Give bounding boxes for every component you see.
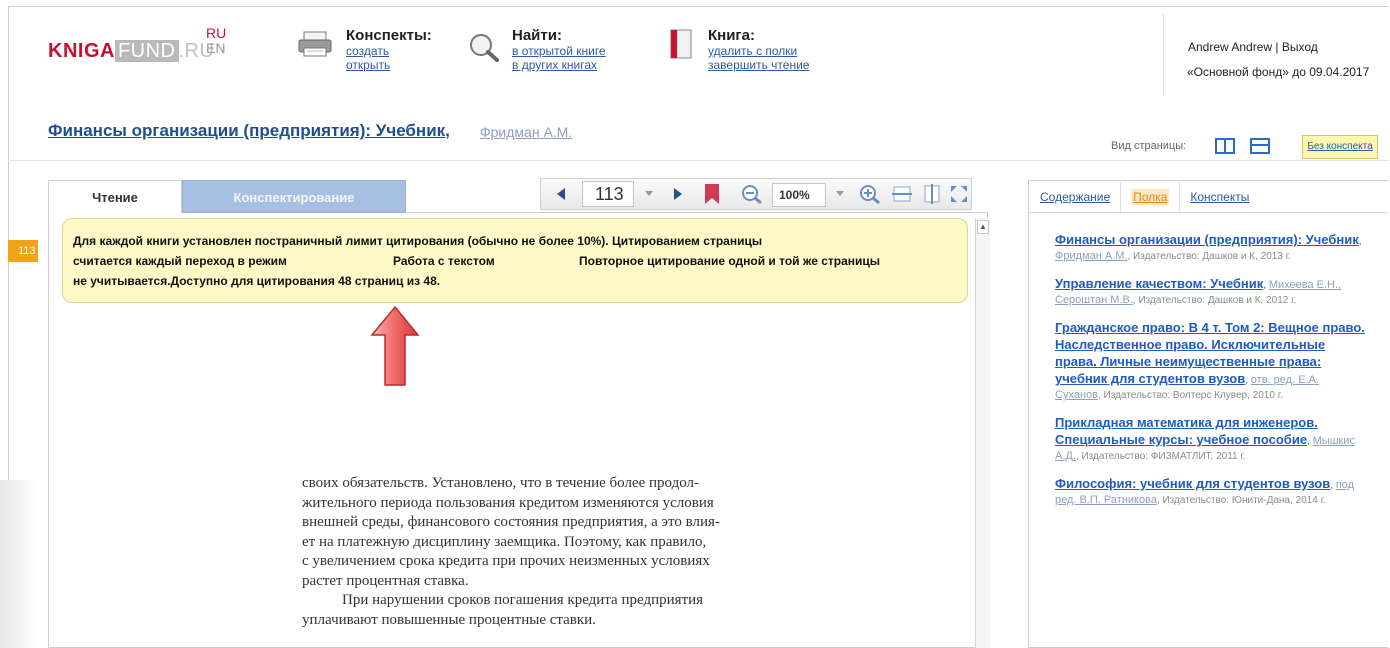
- citation-limit-notice: Для каждой книги установлен постраничный…: [62, 218, 968, 303]
- text-line: При нарушении сроков погашения кредита п…: [342, 592, 704, 608]
- notice-line-2-part-1: считается каждый переход в режим: [73, 254, 287, 268]
- no-notes-button[interactable]: Без конспекта: [1302, 135, 1378, 159]
- shelf-list: Финансы организации (предприятия): Учебн…: [1055, 232, 1367, 520]
- reader-scrollbar[interactable]: [975, 218, 990, 648]
- find-menu-title: Найти:: [512, 27, 562, 44]
- single-page-icon[interactable]: [1250, 138, 1270, 154]
- logo-part-kniga: KNIGA: [48, 40, 115, 62]
- list-item: Управление качеством: Учебник, Михеева Е…: [1055, 276, 1342, 306]
- text-line: жительного периода пользования кредитом …: [302, 494, 714, 511]
- left-shadow: [0, 480, 40, 648]
- book-title-comma: ,: [445, 121, 450, 140]
- bookmark-icon[interactable]: [701, 179, 723, 209]
- zoom-level-select[interactable]: 100%: [772, 183, 826, 207]
- text-line: внешней среды, финансового состояния пре…: [302, 514, 720, 530]
- book-title[interactable]: Финансы организации (предприятия): Учебн…: [48, 121, 450, 141]
- side-tabs-divider: [1028, 212, 1388, 213]
- text-line: уплачивают повышенные процентные ставки.: [302, 611, 596, 628]
- header-divider: [1163, 14, 1164, 96]
- find-menu: Найти: в открытой книге в других книгах: [512, 27, 606, 73]
- notes-menu: Конспекты: создать открыть: [346, 27, 432, 73]
- tab-shelf[interactable]: Полка: [1121, 182, 1181, 212]
- shelf-book-author[interactable]: Фридман А.М.: [1055, 250, 1127, 262]
- find-in-open-book-link[interactable]: в открытой книге: [512, 44, 606, 58]
- printer-icon: [298, 30, 332, 63]
- user-line: Andrew Andrew | Выход: [1188, 40, 1318, 54]
- shelf-book-publisher: , Издательство: Юнити-Дана, 2014 г.: [1156, 495, 1326, 506]
- shelf-book-title[interactable]: Прикладная математика для инженеров. Спе…: [1055, 415, 1318, 447]
- fit-width-icon[interactable]: [889, 179, 915, 209]
- tab-reading[interactable]: Чтение: [48, 180, 182, 213]
- notice-line-1: Для каждой книги установлен постраничный…: [73, 234, 763, 248]
- shelf-book-title[interactable]: Финансы организации (предприятия): Учебн…: [1055, 232, 1359, 247]
- two-page-icon[interactable]: [1215, 138, 1235, 154]
- text-line: растет процентная ставка.: [302, 572, 469, 589]
- notes-menu-title: Конспекты:: [346, 27, 432, 44]
- notice-line-2-part-3: Повторное цитирование одной и той же стр…: [579, 254, 881, 268]
- tab-contents[interactable]: Содержание: [1030, 182, 1122, 212]
- create-notes-link[interactable]: создать: [346, 44, 432, 58]
- user-name[interactable]: Andrew Andrew: [1188, 40, 1272, 54]
- text-line: своих обязательств. Установлено, что в т…: [302, 475, 700, 491]
- shelf-book-title[interactable]: Управление качеством: Учебник: [1055, 276, 1263, 291]
- logo-part-fund: FUND: [114, 40, 179, 62]
- shelf-book-publisher: , Издательство: Дашков и К, 2012 г.: [1132, 295, 1297, 306]
- list-item: Философия: учебник для студентов вузов , …: [1055, 476, 1355, 506]
- lang-ru[interactable]: RU: [206, 26, 226, 41]
- tab-shelf-label: Полка: [1131, 189, 1170, 205]
- page-number-badge: 113: [8, 240, 38, 262]
- magnifier-icon: [468, 32, 500, 67]
- list-item: Финансы организации (предприятия): Учебн…: [1055, 232, 1362, 262]
- zoom-in-icon[interactable]: [855, 179, 885, 209]
- list-item: Гражданское право: В 4 т. Том 2: Вещное …: [1055, 320, 1365, 401]
- book-title-text[interactable]: Финансы организации (предприятия): Учебн…: [48, 121, 445, 140]
- shelf-book-publisher: , Издательство: Волтерс Клувер, 2010 г.: [1097, 390, 1283, 401]
- notice-line-2-part-2: Работа с текстом: [393, 254, 495, 268]
- text-line: с увеличением срока кредита при прочих н…: [302, 553, 710, 569]
- list-item: Прикладная математика для инженеров. Спе…: [1055, 415, 1355, 462]
- open-notes-link[interactable]: открыть: [346, 58, 432, 72]
- finish-reading-link[interactable]: завершить чтение: [708, 58, 809, 72]
- tab-notes-taking[interactable]: Конспектирование: [182, 180, 406, 213]
- red-arrow-up-icon: [370, 305, 420, 392]
- arrow-left-icon[interactable]: [547, 179, 575, 209]
- site-logo[interactable]: KNIGA FUND .RU: [48, 40, 214, 63]
- find-in-other-books-link[interactable]: в других книгах: [512, 58, 606, 72]
- zoom-out-icon[interactable]: [737, 179, 767, 209]
- tab-notes[interactable]: Конспекты: [1180, 182, 1259, 212]
- book-page-text: своих обязательств. Установлено, что в т…: [302, 474, 844, 630]
- book-menu: Книга: удалить с полки завершить чтение: [708, 27, 809, 73]
- logout-link[interactable]: Выход: [1282, 40, 1318, 54]
- fullscreen-icon[interactable]: [947, 179, 971, 209]
- shelf-book-publisher: , Издательство: ФИЗМАТЛИТ, 2011 г.: [1075, 451, 1246, 462]
- user-separator: |: [1272, 40, 1282, 54]
- shelf-book-title[interactable]: Философия: учебник для студентов вузов: [1055, 476, 1330, 491]
- notice-line-3: не учитывается.Доступно для цитирования …: [73, 274, 441, 288]
- book-menu-title: Книга:: [708, 27, 756, 44]
- lang-en[interactable]: EN: [206, 41, 226, 56]
- language-switcher: RU EN: [206, 26, 226, 56]
- notice-line-2: считается каждый переход в режим Работа с…: [73, 251, 955, 271]
- page-number-input[interactable]: 113: [582, 181, 634, 207]
- shelf-book-publisher: , Издательство: Дашков и К, 2013 г.: [1127, 251, 1291, 262]
- book-author-link[interactable]: Фридман А.М.: [480, 124, 572, 140]
- page-dropdown-icon[interactable]: [639, 179, 659, 209]
- header-separator: [8, 160, 1388, 161]
- text-line: ет на платежную дисциплину заемщика. Поэ…: [302, 533, 707, 550]
- book-icon: [668, 28, 694, 65]
- arrow-right-icon[interactable]: [667, 179, 689, 209]
- zoom-dropdown-icon[interactable]: [829, 179, 851, 209]
- page-view-label: Вид страницы:: [1111, 140, 1187, 152]
- scroll-up-button[interactable]: ▲: [977, 220, 989, 234]
- side-panel-tabs: Содержание Полка Конспекты: [1030, 182, 1259, 212]
- fit-height-icon[interactable]: [919, 179, 945, 209]
- subscription-info: «Основной фонд» до 09.04.2017: [1187, 65, 1370, 79]
- remove-from-shelf-link[interactable]: удалить с полки: [708, 44, 809, 58]
